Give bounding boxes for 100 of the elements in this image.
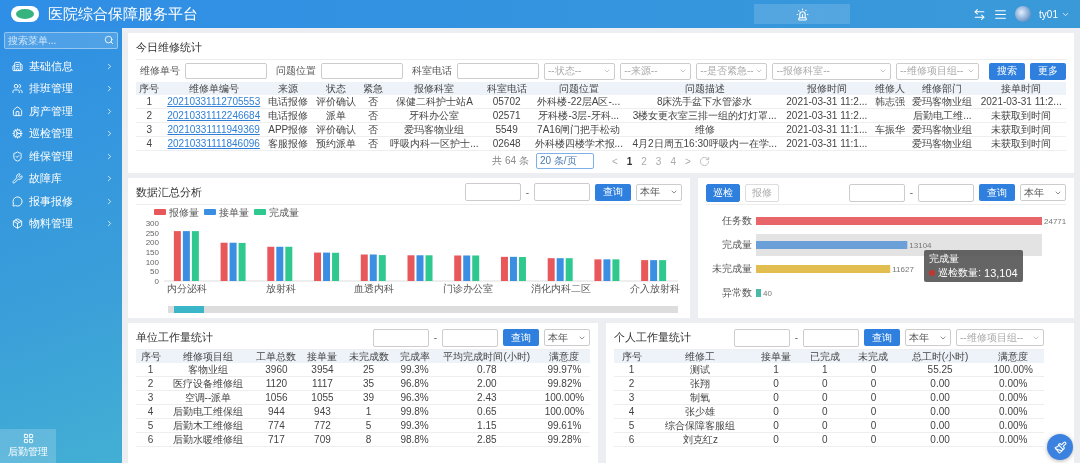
table-cell: 6 xyxy=(136,432,166,447)
table-cell: 4 xyxy=(136,404,166,419)
zoom-slider[interactable] xyxy=(168,305,678,313)
period-select[interactable]: 本年 xyxy=(544,329,590,346)
period-select[interactable]: 本年 xyxy=(905,329,951,346)
page-button[interactable]: 4 xyxy=(669,155,677,167)
table-cell: 0.00 xyxy=(897,432,983,447)
chevron-right-icon xyxy=(105,151,114,161)
tooltip-title: 完成量 xyxy=(929,252,960,266)
axis-label: 门诊办公室 xyxy=(442,282,493,294)
chevron-right-icon xyxy=(105,129,114,139)
legend-item[interactable]: 接单量 xyxy=(204,206,249,218)
switch-icon[interactable] xyxy=(973,7,987,21)
table-cell: 评价确认 xyxy=(311,95,360,109)
select-field[interactable]: --报修科室-- xyxy=(772,62,891,80)
input-field[interactable] xyxy=(321,63,403,79)
select-field[interactable]: --状态-- xyxy=(544,62,616,80)
page-button[interactable]: 2 xyxy=(640,155,648,167)
table-cell: 6 xyxy=(614,432,650,447)
table-cell: 电话报修 xyxy=(264,95,312,109)
order-number-link[interactable]: 20210331112246684 xyxy=(167,110,261,121)
column-header: 满意度 xyxy=(982,350,1044,363)
axis-label: 完成量 xyxy=(722,239,752,250)
table-cell: 709 xyxy=(302,432,343,447)
date-input[interactable] xyxy=(534,183,590,202)
table-cell: 4 xyxy=(136,136,163,151)
page-button[interactable]: 3 xyxy=(654,155,663,167)
user-avatar[interactable] xyxy=(1015,6,1032,22)
date-input[interactable] xyxy=(464,183,521,202)
chart-tab[interactable]: 报修 xyxy=(745,183,779,202)
select-field[interactable]: --来源-- xyxy=(620,62,692,80)
action-button[interactable]: 更多 xyxy=(1030,62,1066,80)
column-header: 接单时间 xyxy=(976,82,1066,95)
table-cell: 99.3% xyxy=(394,363,435,377)
page-size-select[interactable]: 20 条/页 xyxy=(535,153,594,169)
search-icon[interactable] xyxy=(104,35,114,45)
select-field[interactable]: --维修项目组-- xyxy=(896,62,979,80)
axis-label: 0 xyxy=(154,276,159,286)
page-button[interactable]: 1 xyxy=(625,155,634,167)
user-menu[interactable]: ty01 xyxy=(1039,8,1070,20)
axis-label: 100 xyxy=(145,257,159,267)
table-cell: 5 xyxy=(136,418,166,433)
menu-item[interactable]: 报事报修 xyxy=(0,190,122,213)
refresh-icon[interactable] xyxy=(698,155,710,167)
column-header: 报修科室 xyxy=(385,82,483,95)
action-button[interactable]: 搜索 xyxy=(989,62,1025,80)
tooltip-value: 13,104 xyxy=(984,267,1018,279)
menu-item[interactable]: 房产管理 xyxy=(0,100,122,123)
date-input[interactable] xyxy=(733,328,790,347)
next-page-button[interactable]: > xyxy=(683,155,692,167)
date-input[interactable] xyxy=(803,328,859,347)
date-input[interactable] xyxy=(372,328,429,347)
menu-item[interactable]: 基础信息 xyxy=(0,55,122,78)
column-header: 紧急 xyxy=(359,82,386,95)
query-button[interactable]: 查询 xyxy=(595,183,631,201)
legend-item[interactable]: 完成量 xyxy=(254,206,299,218)
select-field[interactable]: --是否紧急-- xyxy=(696,62,768,80)
table-cell: 韩志强 xyxy=(871,95,909,109)
table-cell: 96.8% xyxy=(394,376,435,391)
table-cell: 96.3% xyxy=(394,390,435,405)
period-select[interactable]: 本年 xyxy=(1020,184,1066,201)
caret-icon xyxy=(967,67,975,75)
brush-button[interactable] xyxy=(1047,434,1073,460)
date-input[interactable] xyxy=(442,328,498,347)
menu-item[interactable]: 物料管理 xyxy=(0,212,122,235)
order-number-link[interactable]: 20210331111949369 xyxy=(167,124,260,135)
table-cell: 制氧 xyxy=(649,390,752,405)
input-field[interactable] xyxy=(185,63,267,79)
chart-tab[interactable]: 巡检 xyxy=(706,183,740,202)
legend-item[interactable]: 报修量 xyxy=(154,206,199,218)
alarm-button[interactable] xyxy=(754,4,851,24)
table-cell: 爱玛客物业组 xyxy=(908,95,977,109)
table-cell: 35 xyxy=(342,376,395,391)
chevron-right-icon xyxy=(105,219,114,229)
period-select[interactable]: 本年 xyxy=(636,183,682,201)
date-input[interactable] xyxy=(918,183,974,202)
query-button[interactable]: 查询 xyxy=(979,184,1015,201)
input-field[interactable] xyxy=(457,63,539,79)
column-header: 已完成 xyxy=(800,350,850,363)
table-cell: 否 xyxy=(359,95,386,109)
table-cell: 呼吸内科一区护士... xyxy=(385,136,483,151)
order-number-link[interactable]: 20210331112705553 xyxy=(167,96,261,107)
table-cell: 外科楼-22层A区-... xyxy=(530,95,628,109)
order-number-link[interactable]: 20210331111846096 xyxy=(167,138,260,149)
column-header: 序号 xyxy=(614,350,650,363)
group-select[interactable]: --维修项目组-- xyxy=(956,329,1044,346)
query-button[interactable]: 查询 xyxy=(864,329,900,346)
menu-item[interactable]: 后勤管理 xyxy=(0,429,56,463)
query-button[interactable]: 查询 xyxy=(503,329,539,346)
caret-icon xyxy=(679,67,688,75)
table-cell: 否 xyxy=(359,122,386,137)
menu-item[interactable]: 故障库 xyxy=(0,167,122,190)
table-cell: 4月2日周五16:30呼吸内一在学... xyxy=(627,136,783,151)
table-cell: 4 xyxy=(614,404,650,419)
prev-page-button[interactable]: < xyxy=(610,155,619,167)
menu-item[interactable]: 维保管理 xyxy=(0,145,122,168)
table-cell: 0.00 xyxy=(897,376,983,391)
menu-item[interactable]: 巡检管理 xyxy=(0,122,122,145)
date-input[interactable] xyxy=(848,183,905,202)
menu-item[interactable]: 排班管理 xyxy=(0,77,122,100)
